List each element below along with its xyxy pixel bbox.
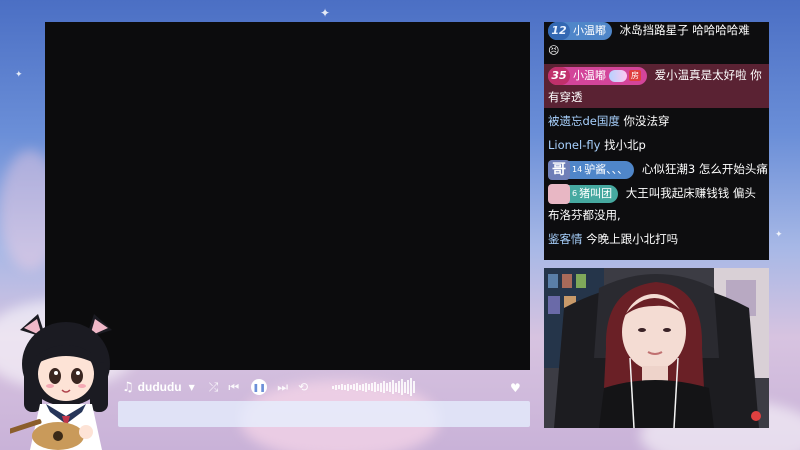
shuffle-icon[interactable]: ⤮: [209, 380, 219, 395]
chat-message: 鉴客情 今晚上跟小北打吗: [544, 228, 769, 250]
previous-icon[interactable]: ⏮: [228, 380, 239, 395]
chat-text: 心似狂潮3 怎么开始头痛: [641, 162, 768, 176]
chat-text: 爱小温真是太好啦 你: [654, 68, 762, 82]
chat-message-continuation: 😣: [544, 41, 769, 60]
chat-message-highlighted: 35 小温嘟 房 爱小温真是太好啦 你: [544, 64, 769, 86]
chat-message: Lionel-fly 找小北p: [544, 134, 769, 156]
cat-music-icon: ♫: [122, 379, 134, 395]
chat-username[interactable]: 鉴客情: [548, 232, 583, 246]
user-avatar: [548, 183, 570, 204]
room-tag: 房: [629, 70, 641, 81]
chat-message-continuation: 布洛芬都没用,: [544, 204, 769, 226]
chat-message: 12 小温嘟 冰岛挡路星子 哈哈哈哈难: [544, 22, 769, 41]
fan-badge: 35 小温嘟 房: [548, 66, 647, 85]
repeat-icon[interactable]: ⟲: [298, 380, 308, 394]
chat-username[interactable]: Lionel-fly: [548, 138, 600, 152]
chat-username[interactable]: 被遗忘de国度: [548, 114, 620, 128]
avatar-character: [10, 314, 112, 450]
chat-text: 有穿透: [548, 90, 583, 104]
chat-text: 找小北p: [604, 138, 646, 152]
sparkle-icon: ✦: [320, 6, 331, 20]
audio-waveform: [332, 377, 416, 397]
pause-button[interactable]: ❚❚: [251, 379, 268, 395]
badge-name: 猪叫团: [579, 186, 613, 200]
avatar-number: 6: [572, 188, 578, 198]
streamer-camera-feed: [544, 268, 769, 428]
fan-badge: 12 小温嘟: [548, 22, 612, 40]
pause-icon: ❚❚: [252, 382, 266, 392]
sparkle-icon: ✦: [775, 230, 783, 240]
lyrics-bar: [118, 401, 530, 427]
chat-message-continuation: 有穿透: [544, 86, 769, 108]
chat-message: 哥 14 驴酱、、、 心似狂潮3 怎么开始头痛: [544, 158, 769, 180]
badge-level: 12: [548, 22, 570, 40]
next-icon[interactable]: ⏭: [277, 380, 288, 395]
chat-message: 6 猪叫团 大王叫我起床赚钱钱 偏头: [544, 182, 769, 204]
chat-text: 大王叫我起床赚钱钱 偏头: [625, 186, 756, 200]
user-avatar: 哥: [548, 159, 570, 180]
badge-name: 驴酱、、、: [584, 162, 629, 176]
chat-text: 布洛芬都没用,: [548, 208, 621, 222]
badge-level: 35: [548, 66, 570, 85]
chat-message: 被遗忘de国度 你没法穿: [544, 110, 769, 132]
badge-name: 小温嘟: [573, 23, 606, 37]
emoji-icon: 😣: [548, 44, 560, 57]
heart-icon[interactable]: ♥: [510, 381, 521, 395]
track-title: dududu: [137, 380, 182, 394]
sparkle-icon: ✦: [15, 70, 23, 80]
chat-text: 冰岛挡路星子 哈哈哈哈难: [619, 23, 750, 37]
fan-badge: 6 猪叫团: [548, 183, 619, 204]
live-chat-panel[interactable]: 12 小温嘟 冰岛挡路星子 哈哈哈哈难 😣 35 小温嘟 房 爱小温真是太好啦 …: [544, 22, 769, 260]
gem-icon: [609, 69, 627, 82]
avatar-number: 14: [572, 164, 583, 174]
chat-text: 你没法穿: [623, 114, 670, 128]
badge-name: 小温嘟: [573, 68, 606, 82]
music-player-logo: ♫ dududu ▼: [122, 380, 195, 395]
music-player-bar: ♫ dududu ▼ ⤮ ⏮ ❚❚ ⏭ ⟲: [118, 372, 530, 402]
dropdown-caret-icon[interactable]: ▼: [189, 383, 195, 392]
chat-text: 今晚上跟小北打吗: [586, 232, 679, 246]
fan-badge: 哥 14 驴酱、、、: [548, 159, 635, 180]
